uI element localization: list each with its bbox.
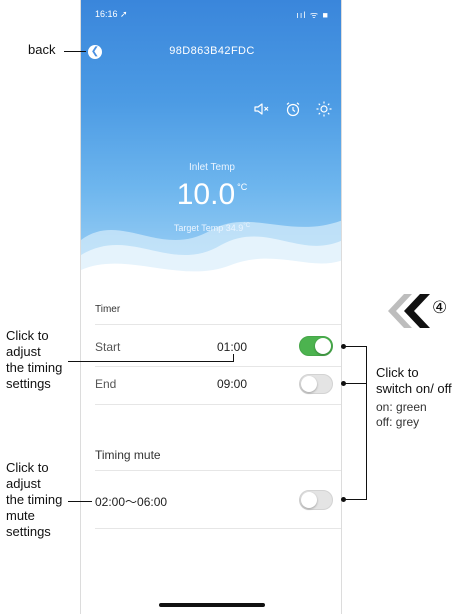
inlet-temp-reading: 10.0 °C	[81, 178, 341, 212]
timer-end-toggle[interactable]	[299, 374, 333, 394]
adjust-timing-callout: Click to adjust the timing settings	[6, 328, 63, 391]
double-chevron-icon	[388, 294, 430, 328]
home-indicator	[159, 603, 265, 607]
switch-callout-line	[344, 499, 366, 500]
timing-mute-section-title: Timing mute	[95, 448, 161, 462]
status-bar: 16:16 ➚ ııl ᯤ ■	[81, 0, 341, 30]
toggle-knob	[315, 338, 331, 354]
target-temp-reading: Target Temp 34.9°C	[81, 223, 341, 233]
timing-mute-range[interactable]: 02:00～06:00	[95, 493, 167, 510]
timer-end-time[interactable]: 09:00	[217, 377, 247, 391]
timer-end-label: End	[95, 377, 117, 391]
adjust-timing-callout-line	[68, 361, 234, 362]
inlet-temp-unit: °C	[237, 182, 248, 192]
divider	[95, 366, 341, 367]
switch-callout-line	[344, 383, 366, 384]
switch-callout-bracket	[366, 346, 367, 500]
status-time: 16:16 ➚	[95, 9, 128, 19]
switch-off-note: off: grey	[376, 415, 420, 429]
switch-on-note: on: green	[376, 400, 427, 414]
divider	[95, 470, 341, 471]
back-callout-label: back	[28, 42, 56, 57]
sun-icon[interactable]	[315, 100, 333, 118]
target-temp-unit: °C	[243, 223, 251, 229]
switch-callout-line	[344, 346, 366, 347]
inlet-temp-value: 10.0	[176, 178, 236, 211]
timer-start-time[interactable]: 01:00	[217, 340, 247, 354]
device-id-title: 98D863B42FDC	[169, 45, 255, 57]
step-number: ④	[432, 298, 448, 317]
alarm-clock-icon[interactable]	[284, 100, 302, 118]
temperature-hero	[81, 0, 341, 290]
divider	[95, 528, 341, 529]
target-temp-value: 34.9	[225, 223, 244, 233]
adjust-timing-callout-tick	[233, 354, 234, 362]
divider	[95, 404, 341, 405]
switch-callout: Click to switch on/ off	[376, 365, 452, 396]
back-callout-line	[64, 51, 86, 52]
toggle-knob	[301, 376, 317, 392]
status-icons: ııl ᯤ ■	[296, 10, 329, 20]
timer-section-title: Timer	[95, 304, 121, 315]
toggle-knob	[301, 492, 317, 508]
divider	[95, 324, 341, 325]
phone-screen: 16:16 ➚ ııl ᯤ ■ ❮ 98D863B42FDC Inlet Tem…	[80, 0, 342, 614]
inlet-temp-label: Inlet Temp	[189, 162, 235, 173]
timer-start-label: Start	[95, 340, 121, 354]
speaker-muted-icon[interactable]	[253, 100, 271, 118]
wave-decoration	[81, 220, 341, 290]
adjust-mute-callout: Click to adjust the timing mute settings	[6, 460, 63, 539]
adjust-mute-callout-line	[68, 501, 92, 502]
target-temp-label: Target Temp	[173, 223, 224, 233]
timing-mute-toggle[interactable]	[299, 490, 333, 510]
timer-start-toggle[interactable]	[299, 336, 333, 356]
